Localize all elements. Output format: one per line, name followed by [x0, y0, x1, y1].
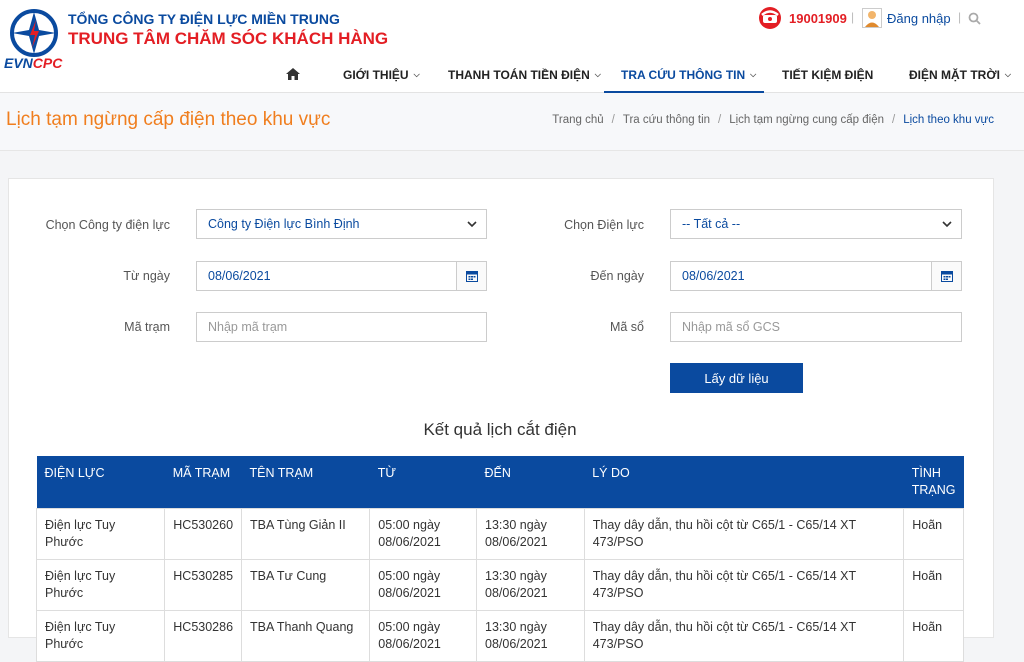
col-tinh-trang: TÌNH TRẠNG: [903, 456, 964, 508]
nav-home[interactable]: [270, 56, 330, 93]
cell-dien-luc: Điện lực Tuy Phước: [35, 507, 166, 560]
to-date-label: Đến ngày: [590, 269, 644, 283]
hotline[interactable]: 19001909: [757, 6, 847, 30]
table-row: Điện lực Tuy Phước HC530285 TBA Tư Cung …: [35, 558, 964, 611]
cell-ly-do: Thay dây dẫn, thu hồi cột từ C65/1 - C65…: [583, 609, 905, 662]
cell-ten-tram: TBA Tùng Giản II: [241, 507, 371, 560]
breadcrumb-lich-tam-ngung[interactable]: Lịch tạm ngừng cung cấp điện: [729, 114, 884, 126]
table-header-row: ĐIỆN LỰC MÃ TRẠM TÊN TRẠM TỪ ĐẾN LÝ DO T…: [36, 456, 964, 508]
chevron-down-icon: [467, 221, 477, 228]
cell-ly-do: Thay dây dẫn, thu hồi cột từ C65/1 - C65…: [583, 558, 905, 611]
cell-tu: 05:00 ngày 08/06/2021: [369, 507, 478, 560]
page-title: Lịch tạm ngừng cấp điện theo khu vực: [6, 109, 331, 130]
main-nav: GIỚI THIỆU ⌵ THANH TOÁN TIỀN ĐIỆN ⌵ TRA CỨ…: [270, 56, 1024, 93]
cell-ma-tram: HC530286: [164, 609, 243, 662]
chevron-down-icon: ⌵: [413, 70, 420, 79]
nav-thanh-toan[interactable]: THANH TOÁN TIỀN ĐIỆN ⌵: [435, 56, 604, 93]
header-divider: |: [851, 10, 855, 24]
table-row: Điện lực Tuy Phước HC530286 TBA Thanh Qu…: [35, 609, 964, 662]
cell-tu: 05:00 ngày 08/06/2021: [369, 558, 478, 611]
col-dien-luc: ĐIỆN LỰC: [36, 456, 165, 508]
breadcrumb-home[interactable]: Trang chủ: [552, 114, 603, 126]
from-date-label: Từ ngày: [123, 269, 170, 283]
nav-dien-mat-troi[interactable]: ĐIỆN MẶT TRỜI ⌵: [889, 56, 1024, 93]
col-ma-tram: MÃ TRẠM: [164, 456, 242, 508]
phone-icon: [759, 7, 781, 29]
company-label: Chọn Công ty điện lực: [45, 218, 170, 232]
col-ly-do: LÝ DO: [584, 456, 904, 508]
chevron-down-icon: ⌵: [594, 70, 601, 79]
cell-tu: 05:00 ngày 08/06/2021: [369, 609, 478, 662]
nav-tra-cuu[interactable]: TRA CỨU THÔNG TIN ⌵: [604, 56, 764, 93]
col-tu: TỪ: [369, 456, 477, 508]
col-ten-tram: TÊN TRẠM: [241, 456, 370, 508]
cell-ten-tram: TBA Thanh Quang: [241, 609, 371, 662]
get-data-button[interactable]: Lấy dữ liệu: [670, 363, 803, 393]
chevron-down-icon: [942, 221, 952, 228]
nav-tiet-kiem[interactable]: TIẾT KIỆM ĐIỆN: [764, 56, 889, 93]
breadcrumb-tra-cuu[interactable]: Tra cứu thông tin: [623, 114, 710, 126]
cell-tinh-trang: Hoãn: [903, 507, 964, 560]
branch-select[interactable]: -- Tất cả --: [670, 209, 962, 239]
gcs-input[interactable]: Nhập mã sổ GCS: [670, 312, 962, 342]
results-title: Kết quả lịch cắt điện: [423, 420, 577, 439]
cell-den: 13:30 ngày 08/06/2021: [476, 609, 585, 662]
header-divider: |: [958, 10, 962, 24]
breadcrumb-current: Lịch theo khu vực: [903, 114, 994, 126]
breadcrumb: Trang chủ / Tra cứu thông tin / Lịch tạm n…: [552, 114, 994, 126]
site-header: EVNCPC TỔNG CÔNG TY ĐIỆN LỰC MIỀN TRUNG …: [0, 0, 1024, 93]
cell-den: 13:30 ngày 08/06/2021: [476, 558, 585, 611]
hotline-number: 19001909: [789, 10, 847, 26]
org-name: TỔNG CÔNG TY ĐIỆN LỰC MIỀN TRUNG: [68, 11, 340, 27]
calendar-button[interactable]: [456, 262, 486, 290]
from-date-input[interactable]: 08/06/2021: [196, 261, 487, 291]
outage-table: ĐIỆN LỰC MÃ TRẠM TÊN TRẠM TỪ ĐẾN LÝ DO T…: [35, 456, 964, 662]
cell-tinh-trang: Hoãn: [903, 609, 964, 662]
cell-dien-luc: Điện lực Tuy Phước: [35, 558, 166, 611]
search-icon[interactable]: [968, 12, 981, 25]
chevron-down-icon: ⌵: [750, 70, 757, 79]
gcs-label: Mã sổ: [609, 320, 644, 334]
to-date-input[interactable]: 08/06/2021: [670, 261, 962, 291]
login-label: Đăng nhập: [887, 10, 951, 26]
page-title-bar: Lịch tạm ngừng cấp điện theo khu vực Tra…: [0, 93, 1024, 151]
cell-tinh-trang: Hoãn: [903, 558, 964, 611]
user-avatar-icon: [862, 8, 882, 28]
cell-ma-tram: HC530285: [164, 558, 243, 611]
col-den: ĐẾN: [476, 456, 585, 508]
cell-den: 13:30 ngày 08/06/2021: [476, 507, 585, 560]
home-icon: [286, 68, 300, 80]
station-input[interactable]: Nhập mã trạm: [196, 312, 487, 342]
logo-wordmark[interactable]: EVNCPC: [4, 55, 62, 71]
calendar-icon: [940, 271, 953, 282]
nav-gioi-thieu[interactable]: GIỚI THIỆU ⌵: [330, 56, 435, 93]
station-label: Mã trạm: [124, 320, 170, 334]
org-subtitle: TRUNG TÂM CHĂM SÓC KHÁCH HÀNG: [68, 29, 389, 48]
calendar-icon: [465, 271, 478, 282]
branch-label: Chọn Điện lực: [564, 218, 644, 232]
cell-ten-tram: TBA Tư Cung: [241, 558, 371, 611]
company-select[interactable]: Công ty Điện lực Bình Định: [196, 209, 487, 239]
cell-ma-tram: HC530260: [164, 507, 243, 560]
calendar-button[interactable]: [931, 262, 961, 290]
cell-dien-luc: Điện lực Tuy Phước: [35, 609, 166, 662]
chevron-down-icon: ⌵: [1004, 70, 1011, 79]
login-link[interactable]: Đăng nhập: [862, 8, 951, 28]
cell-ly-do: Thay dây dẫn, thu hồi cột từ C65/1 - C65…: [583, 507, 905, 560]
table-row: Điện lực Tuy Phước HC530260 TBA Tùng Giả…: [35, 507, 964, 560]
